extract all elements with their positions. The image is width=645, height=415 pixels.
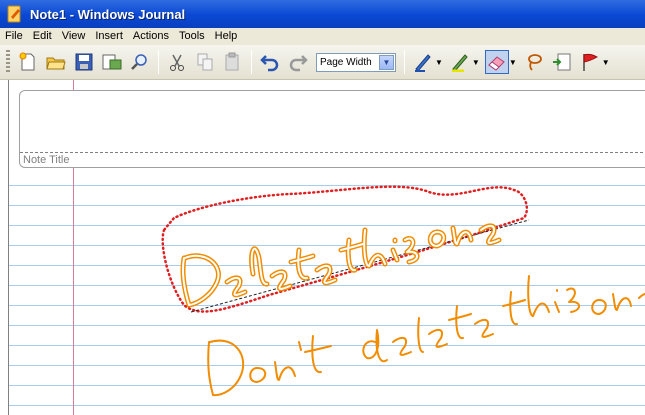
copy-icon: [197, 53, 213, 71]
selection-baseline: [190, 219, 530, 313]
send-note-icon: [102, 54, 122, 70]
selected-ink-strokes[interactable]: [180, 223, 502, 308]
new-note-icon: [19, 52, 35, 71]
menu-bar: File Edit View Insert Actions Tools Help: [0, 28, 645, 45]
note-page[interactable]: Note Title: [8, 80, 645, 415]
highlighter-icon: [451, 54, 468, 72]
ink-layer: [161, 185, 645, 397]
menu-file[interactable]: File: [0, 28, 28, 45]
toolbar-separator: [251, 50, 252, 74]
menu-tools[interactable]: Tools: [174, 28, 210, 45]
cut-button[interactable]: [165, 50, 189, 74]
chevron-down-icon[interactable]: ▼: [602, 58, 610, 67]
pen-button[interactable]: [411, 50, 435, 74]
menu-view[interactable]: View: [57, 28, 91, 45]
chevron-down-icon[interactable]: ▼: [509, 58, 517, 67]
undo-icon: [260, 55, 279, 72]
find-button[interactable]: [128, 50, 152, 74]
save-button[interactable]: [72, 50, 96, 74]
paste-icon: [225, 52, 239, 71]
menu-actions[interactable]: Actions: [128, 28, 174, 45]
insert-space-button[interactable]: [550, 50, 574, 74]
redo-button[interactable]: [286, 50, 310, 74]
open-button[interactable]: [44, 50, 68, 74]
lasso-select-button[interactable]: [522, 50, 546, 74]
menu-edit[interactable]: Edit: [28, 28, 57, 45]
open-folder-icon: [46, 57, 66, 70]
search-icon: [131, 54, 147, 70]
flag-button[interactable]: [578, 50, 602, 74]
menu-help[interactable]: Help: [210, 28, 243, 45]
undo-button[interactable]: [258, 50, 282, 74]
chevron-down-icon[interactable]: ▼: [435, 58, 443, 67]
redo-icon: [289, 55, 308, 72]
send-button[interactable]: [100, 50, 124, 74]
standard-toolbar: Page Width ▼ ▼ ▼ ▼ ▼: [0, 45, 645, 80]
highlighter-button[interactable]: [448, 50, 472, 74]
journal-app-icon: [7, 5, 21, 23]
insert-space-icon: [552, 53, 571, 71]
paste-button[interactable]: [221, 50, 245, 74]
save-icon: [75, 53, 93, 71]
zoom-value: Page Width: [320, 56, 372, 68]
pen-icon: [415, 54, 431, 72]
scissors-icon: [170, 54, 184, 71]
menu-insert[interactable]: Insert: [90, 28, 128, 45]
eraser-button[interactable]: [484, 50, 509, 74]
window-title: Note1 - Windows Journal: [30, 6, 186, 22]
zoom-dropdown[interactable]: Page Width ▼: [316, 52, 396, 72]
copy-button[interactable]: [193, 50, 217, 74]
eraser-icon: [488, 56, 505, 71]
toolbar-separator: [158, 50, 159, 74]
toolbar-grip[interactable]: [6, 50, 10, 74]
new-note-button[interactable]: [16, 50, 40, 74]
chevron-down-icon[interactable]: ▼: [472, 58, 480, 67]
chevron-down-icon[interactable]: ▼: [379, 54, 394, 70]
flag-icon: [583, 53, 598, 71]
title-bar[interactable]: Note1 - Windows Journal: [0, 0, 645, 28]
toolbar-separator: [404, 50, 405, 74]
lasso-icon: [527, 54, 542, 71]
